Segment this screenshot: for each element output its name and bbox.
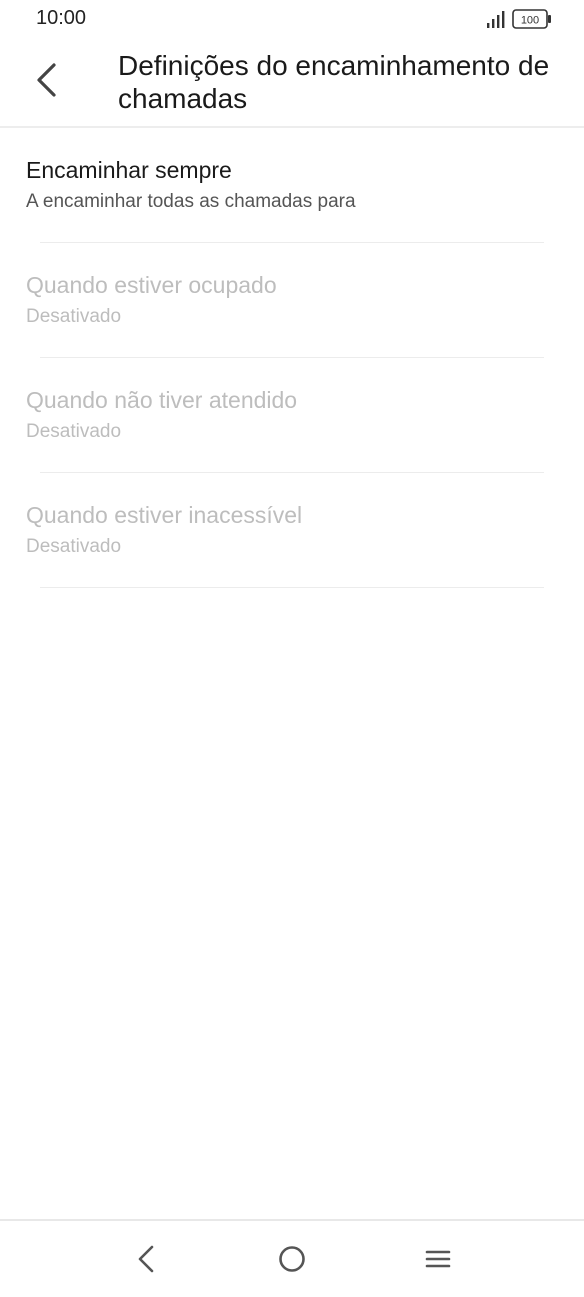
- chevron-left-icon: [37, 63, 56, 97]
- setting-when-unreachable: Quando estiver inacessível Desativado: [0, 473, 584, 588]
- system-nav-bar: [0, 1219, 584, 1297]
- setting-title: Quando estiver ocupado: [26, 272, 277, 298]
- nav-menu-icon: [425, 1250, 451, 1268]
- setting-title: Quando estiver inacessível: [26, 502, 303, 528]
- setting-summary: Desativado: [26, 421, 122, 442]
- nav-home-icon: [279, 1246, 305, 1272]
- battery-icon: 100: [512, 9, 552, 34]
- nav-home-button[interactable]: [268, 1235, 316, 1283]
- app-header: Definições do encaminhamento de chamadas: [0, 38, 584, 126]
- setting-when-busy: Quando estiver ocupado Desativado: [0, 243, 584, 358]
- setting-summary: Desativado: [26, 306, 122, 327]
- battery-level: 100: [521, 15, 539, 27]
- nav-menu-button[interactable]: [414, 1235, 462, 1283]
- setting-summary: A encaminhar todas as chamadas para: [26, 191, 356, 212]
- call-forwarding-list: Encaminhar sempre A encaminhar todas as …: [0, 128, 584, 588]
- divider: [40, 587, 544, 588]
- status-time: 10:00: [36, 7, 87, 29]
- setting-always-forward[interactable]: Encaminhar sempre A encaminhar todas as …: [0, 128, 584, 243]
- signal-bars-icon: [487, 11, 505, 28]
- nav-back-button[interactable]: [122, 1235, 170, 1283]
- setting-when-unanswered: Quando não tiver atendido Desativado: [0, 358, 584, 473]
- setting-title: Quando não tiver atendido: [26, 387, 298, 413]
- status-bar: 10:00 100: [0, 0, 584, 38]
- back-button[interactable]: [22, 56, 70, 104]
- nav-back-icon: [138, 1245, 154, 1273]
- page-title: Definições do encaminhamento de chamadas: [118, 50, 550, 114]
- setting-summary: Desativado: [26, 536, 122, 557]
- setting-title: Encaminhar sempre: [26, 157, 232, 183]
